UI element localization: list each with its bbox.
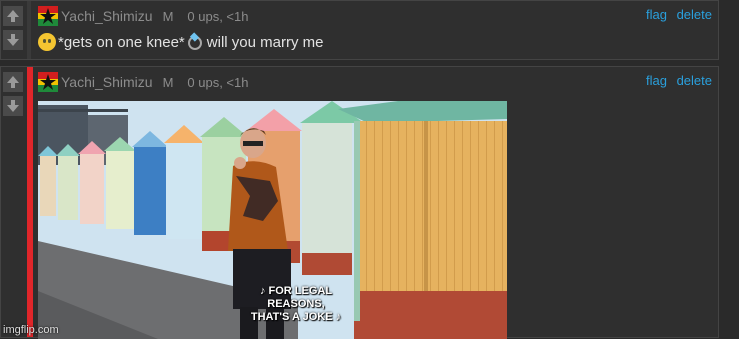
- downvote-arrow-icon: [7, 100, 19, 112]
- vote-controls: [1, 6, 25, 50]
- upvote-button[interactable]: [3, 72, 23, 92]
- delete-link[interactable]: delete: [677, 7, 712, 22]
- comment-indent-bar: [27, 1, 31, 59]
- downvote-arrow-icon: [7, 34, 19, 46]
- upvote-arrow-icon: [7, 10, 19, 22]
- mod-badge: M: [162, 8, 174, 24]
- user-flag-icon: [38, 72, 58, 92]
- username-link[interactable]: Yachi_Shimizu: [61, 74, 153, 90]
- comment-text-part2: will you marry me: [206, 33, 324, 51]
- comment-header: Yachi_Shimizu M 0 ups, <1h: [38, 6, 248, 26]
- comment-text-part1: *gets on one knee*: [58, 33, 185, 51]
- downvote-button[interactable]: [3, 96, 23, 116]
- delete-link[interactable]: delete: [677, 73, 712, 88]
- user-flag-icon: [38, 6, 58, 26]
- comment-indent-bar: [27, 67, 33, 337]
- meme-caption: ♪ FOR LEGAL REASONS, THAT'S A JOKE ♪: [236, 285, 356, 324]
- downvote-button[interactable]: [3, 30, 23, 50]
- upvote-arrow-icon: [7, 76, 19, 88]
- upvote-button[interactable]: [3, 6, 23, 26]
- mod-badge: M: [162, 74, 174, 90]
- comment-actions: flag delete: [640, 73, 712, 88]
- meme-image[interactable]: ♪ FOR LEGAL REASONS, THAT'S A JOKE ♪: [38, 101, 507, 339]
- imgflip-watermark: imgflip.com: [3, 324, 59, 336]
- vote-controls: [1, 72, 25, 116]
- flag-link[interactable]: flag: [646, 73, 667, 88]
- comment-2: Yachi_Shimizu M 0 ups, <1h flag delete ♪…: [0, 66, 719, 339]
- comment-meta: 0 ups, <1h: [187, 8, 249, 24]
- comment-actions: flag delete: [640, 7, 712, 22]
- comment-1: Yachi_Shimizu M 0 ups, <1h flag delete *…: [0, 0, 719, 60]
- pleading-face-emoji: [38, 33, 56, 51]
- ring-emoji: [187, 32, 202, 50]
- comment-header: Yachi_Shimizu M 0 ups, <1h: [38, 72, 248, 92]
- meme-caption-line2: THAT'S A JOKE ♪: [250, 311, 342, 323]
- flag-link[interactable]: flag: [646, 7, 667, 22]
- meme-caption-line1: ♪ FOR LEGAL REASONS,: [259, 285, 333, 310]
- comment-text: *gets on one knee* will you marry me: [38, 32, 324, 51]
- comment-meta: 0 ups, <1h: [187, 74, 249, 90]
- username-link[interactable]: Yachi_Shimizu: [61, 8, 153, 24]
